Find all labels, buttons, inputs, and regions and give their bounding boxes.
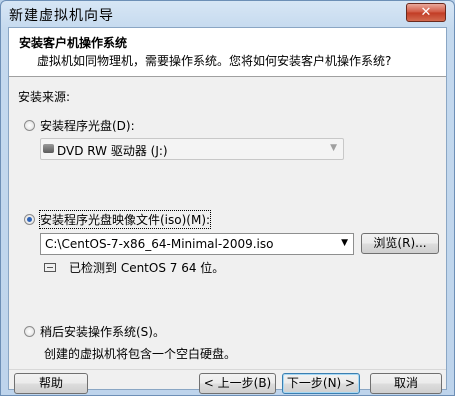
page-title: 安装客户机操作系统 [19,36,128,50]
install-source-label: 安装来源: [18,90,71,104]
disc-drive-select: DVD RW 驱动器 (J:) ▼ [40,138,344,160]
info-icon [44,263,56,272]
iso-path-combobox[interactable]: C:\CentOS-7-x86_64-Minimal-2009.iso ▼ [40,233,354,255]
detection-text: 已检测到 CentOS 7 64 位。 [69,261,225,275]
wizard-header: 安装客户机操作系统 虚拟机如同物理机，需要操作系统。您将如何安装客户机操作系统? [9,28,446,77]
chevron-down-icon: ▼ [330,143,337,153]
page-subtitle: 虚拟机如同物理机，需要操作系统。您将如何安装客户机操作系统? [37,54,392,68]
close-icon: ✕ [420,5,432,20]
radio-later-label[interactable]: 稍后安装操作系统(S)。 [40,323,165,340]
radio-install-iso[interactable]: 安装程序光盘映像文件(iso)(M): [24,210,212,229]
radio-iso-button[interactable] [24,214,35,225]
detection-status: 已检测到 CentOS 7 64 位。 [44,259,224,276]
window-title: 新建虚拟机向导 [9,8,114,24]
radio-install-later[interactable]: 稍后安装操作系统(S)。 [24,323,165,340]
radio-iso-label[interactable]: 安装程序光盘映像文件(iso)(M): [38,210,212,229]
close-button[interactable]: ✕ [406,3,446,22]
iso-path-value[interactable]: C:\CentOS-7-x86_64-Minimal-2009.iso [45,237,273,251]
radio-install-disc[interactable]: 安装程序光盘(D): [24,117,135,134]
wizard-body: 安装客户机操作系统 虚拟机如同物理机，需要操作系统。您将如何安装客户机操作系统?… [8,27,447,394]
later-description: 创建的虚拟机将包含一个空白硬盘。 [44,347,237,361]
radio-disc-label[interactable]: 安装程序光盘(D): [40,117,135,134]
disc-drive-value: DVD RW 驱动器 (J:) [57,144,168,158]
footer-divider [9,369,446,370]
back-button[interactable]: < 上一步(B) [199,373,276,394]
radio-disc-button[interactable] [24,120,35,131]
next-button[interactable]: 下一步(N) > [282,373,360,394]
radio-later-button[interactable] [24,326,35,337]
title-bar: 新建虚拟机向导 ✕ [1,1,454,27]
wizard-window: 新建虚拟机向导 ✕ 安装客户机操作系统 虚拟机如同物理机，需要操作系统。您将如何… [0,0,455,396]
dvd-drive-icon [43,144,54,153]
browse-button[interactable]: 浏览(R)... [361,233,439,254]
help-button[interactable]: 帮助 [14,373,88,394]
cancel-button[interactable]: 取消 [370,373,442,394]
chevron-down-icon[interactable]: ▼ [341,238,348,248]
